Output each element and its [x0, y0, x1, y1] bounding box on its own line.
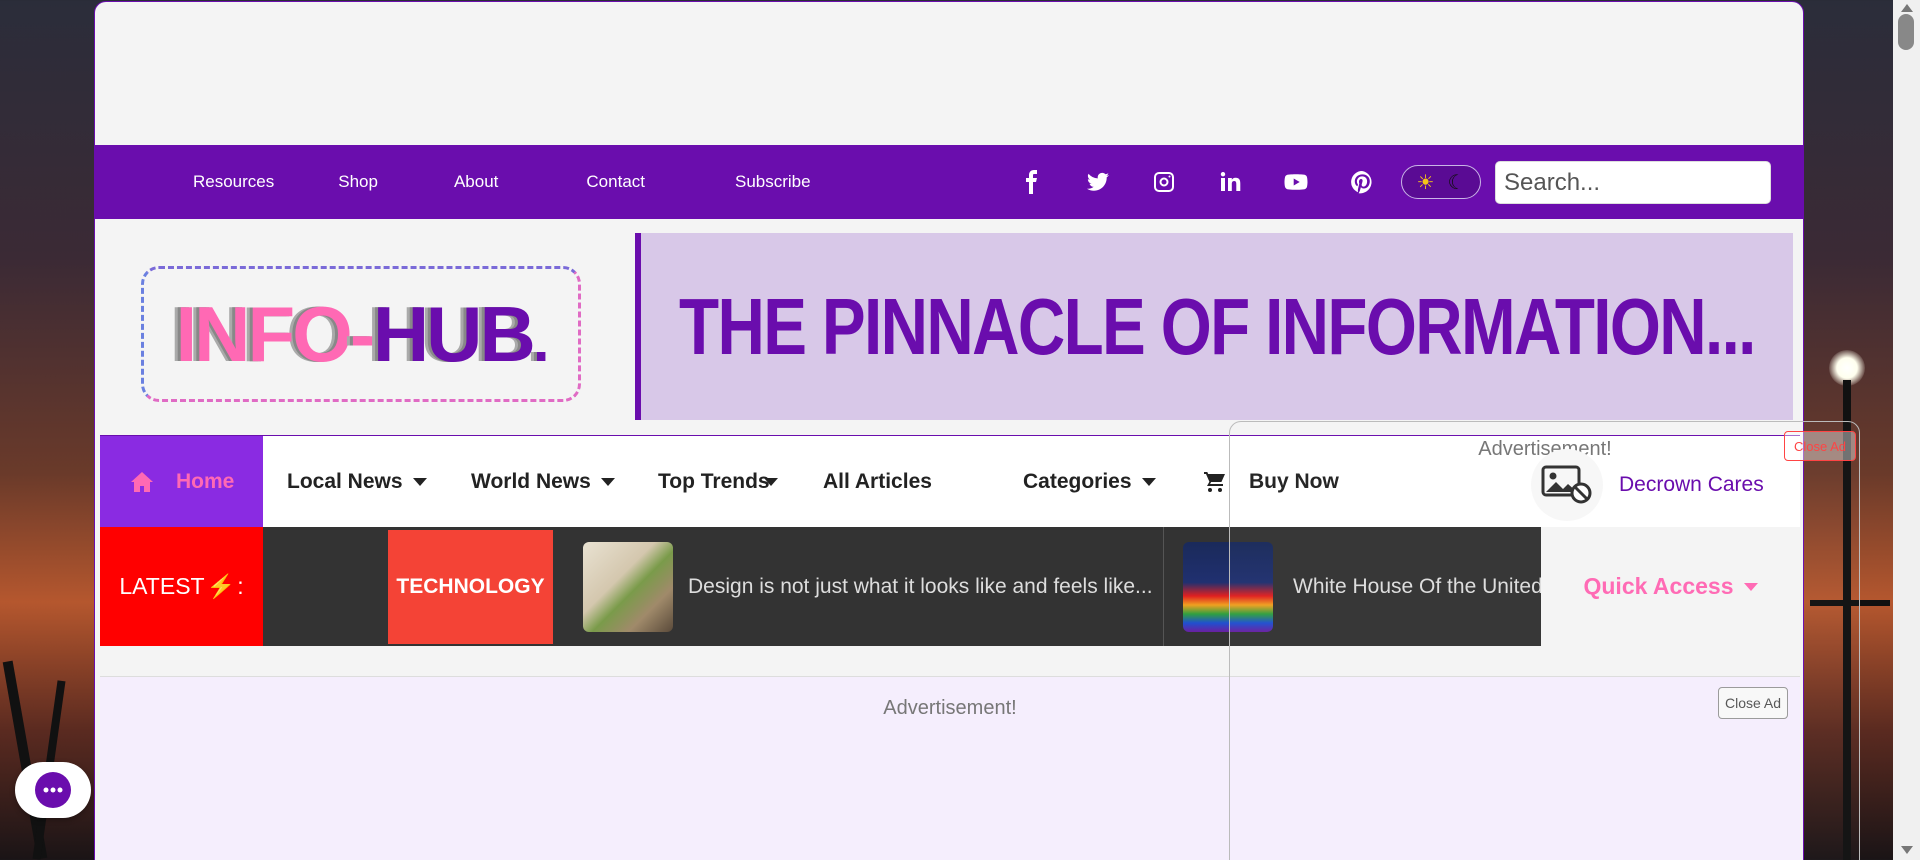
topnav-contact[interactable]: Contact [586, 172, 645, 192]
site-logo[interactable]: INFO-HUB. [141, 266, 581, 402]
sun-icon[interactable]: ☀ [1417, 170, 1435, 195]
nav-all-articles[interactable]: All Articles [823, 436, 932, 527]
latest-label-colon: : [237, 573, 244, 599]
top-nav: Resources Shop About Contact Subscribe [193, 172, 811, 192]
banner-text: THE PINNACLE OF INFORMATION... [679, 281, 1756, 371]
image-blocked-icon [1531, 449, 1603, 521]
floating-close-ad-button[interactable]: Close Ad [1784, 431, 1856, 461]
logo-part-hub: HUB [372, 289, 536, 378]
logo-part-info: INFO [175, 289, 353, 378]
nav-local-news-label: Local News [287, 469, 403, 493]
chat-icon [35, 772, 71, 808]
search-input[interactable] [1495, 161, 1771, 204]
category-tag[interactable]: TECHNOLOGY [388, 530, 553, 644]
nav-local-news[interactable]: Local News [287, 436, 427, 527]
ticker-headline[interactable]: Design is not just what it looks like an… [688, 527, 1153, 646]
top-bar: Resources Shop About Contact Subscribe ☀… [95, 145, 1803, 219]
facebook-icon[interactable] [1019, 169, 1045, 195]
sponsor-link[interactable]: Decrown Cares [1531, 449, 1764, 521]
nav-top-trends[interactable]: Top Trends [658, 436, 778, 527]
logo-dot: . [532, 306, 550, 374]
caret-down-icon [763, 477, 778, 486]
headline-thumbnail[interactable] [583, 542, 673, 632]
topnav-subscribe[interactable]: Subscribe [735, 172, 811, 192]
nav-categories[interactable]: Categories [1023, 436, 1156, 527]
topnav-about[interactable]: About [454, 172, 498, 192]
logo-text: INFO-HUB. [175, 289, 550, 380]
social-links [1019, 145, 1415, 219]
logo-dash: - [349, 289, 376, 378]
home-icon [131, 471, 153, 492]
theme-toggle[interactable]: ☀ ☾ [1401, 165, 1481, 199]
nav-all-articles-label: All Articles [823, 469, 932, 493]
youtube-icon[interactable] [1283, 169, 1309, 195]
topnav-shop[interactable]: Shop [338, 172, 378, 192]
twitter-icon[interactable] [1085, 169, 1111, 195]
topnav-resources[interactable]: Resources [193, 172, 274, 192]
lightning-icon: ⚡ [206, 573, 236, 599]
nav-top-trends-label: Top Trends [658, 469, 770, 493]
caret-down-icon [412, 477, 427, 486]
nav-categories-label: Categories [1023, 469, 1132, 493]
caret-down-icon [600, 477, 615, 486]
latest-label-text: LATEST [119, 573, 205, 599]
nav-world-news[interactable]: World News [471, 436, 615, 527]
latest-label: LATEST ⚡ : [100, 527, 263, 646]
nav-home[interactable]: Home [100, 436, 263, 527]
floating-advertisement: Advertisement! Close Ad Decrown Cares [1229, 421, 1860, 860]
sponsor-name: Decrown Cares [1619, 473, 1764, 496]
moon-icon[interactable]: ☾ [1448, 170, 1466, 195]
instagram-icon[interactable] [1151, 169, 1177, 195]
linkedin-icon[interactable] [1217, 169, 1243, 195]
nav-home-label: Home [176, 469, 235, 493]
header-banner: THE PINNACLE OF INFORMATION... [635, 233, 1793, 420]
scroll-down-arrow-icon[interactable] [1901, 846, 1913, 854]
scrollbar-thumb[interactable] [1898, 14, 1914, 50]
cart-icon [1204, 471, 1225, 492]
chat-button[interactable] [15, 762, 91, 818]
pinterest-icon[interactable] [1349, 169, 1375, 195]
caret-down-icon [1141, 477, 1156, 486]
scrollbar[interactable] [1893, 0, 1920, 860]
scroll-up-arrow-icon[interactable] [1901, 4, 1913, 12]
ticker-divider [1163, 527, 1164, 646]
nav-world-news-label: World News [471, 469, 591, 493]
